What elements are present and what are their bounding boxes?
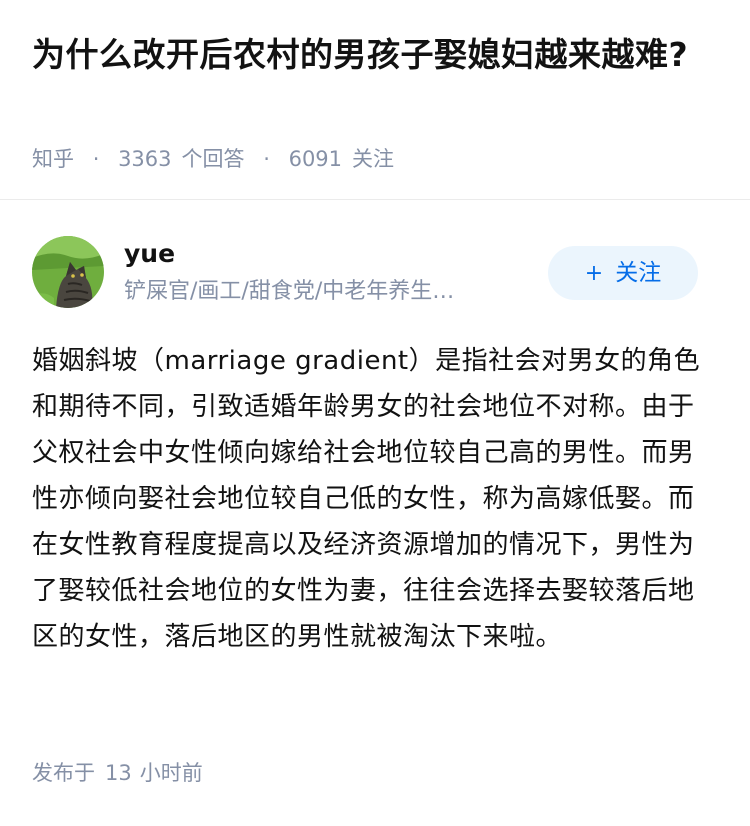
author-card: yue 铲屎官/画工/甜食党/中老年养生… + 关注 (0, 236, 750, 312)
meta-separator: · (92, 147, 100, 171)
question-title[interactable]: 为什么改开后农村的男孩子娶媳妇越来越难? (32, 30, 722, 80)
meta-separator: · (263, 147, 270, 171)
follower-count-label: 关注 (352, 147, 395, 171)
source-label[interactable]: 知乎 (32, 147, 74, 171)
answer-count: 3363 (118, 147, 172, 171)
author-bio: 铲屎官/画工/甜食党/中老年养生… (124, 279, 455, 304)
section-divider (0, 199, 750, 200)
author-name[interactable]: yue (124, 236, 175, 272)
posted-prefix: 发布于 (32, 761, 95, 785)
posted-number: 13 (105, 761, 132, 785)
answer-count-label: 个回答 (181, 147, 245, 171)
plus-icon: + (584, 261, 604, 286)
posted-time: 发布于 13 小时前 (32, 757, 203, 789)
question-header: 为什么改开后农村的男孩子娶媳妇越来越难? (32, 30, 722, 80)
cat-avatar-icon (32, 236, 104, 308)
answer-body: 婚姻斜坡（marriage gradient）是指社会对男女的角色和期待不同，引… (32, 346, 701, 652)
follow-button-label: 关注 (615, 260, 662, 286)
follower-count: 6091 (288, 147, 343, 171)
posted-unit: 小时前 (139, 761, 203, 785)
author-avatar[interactable] (32, 236, 104, 308)
question-meta: 知乎 · 3363 个回答 · 6091 关注 (32, 143, 394, 175)
follow-button[interactable]: + 关注 (548, 246, 698, 300)
